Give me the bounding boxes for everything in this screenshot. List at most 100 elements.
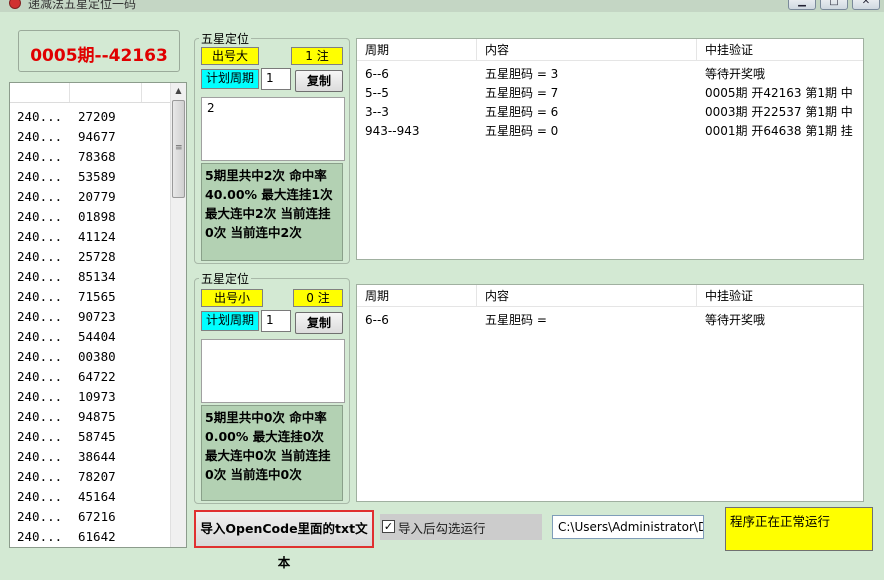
history-row[interactable]: 240... 67216	[10, 507, 170, 527]
history-list[interactable]: 240... 27209 240... 94677 240... 78368 240... 5…	[9, 82, 187, 548]
header-period[interactable]: 周期	[357, 285, 477, 307]
copy-button[interactable]: 复制	[295, 312, 343, 334]
plan-period-input[interactable]: 1	[261, 68, 291, 90]
history-number: 90723	[78, 309, 116, 324]
maximize-button[interactable]: □	[820, 0, 848, 10]
auto-run-checkbox[interactable]: ✓	[382, 520, 395, 533]
minimize-button[interactable]: ▁	[788, 0, 816, 10]
header-period[interactable]: 周期	[357, 39, 477, 61]
plan-period-label: 计划周期	[201, 311, 259, 331]
import-opencode-button[interactable]: 导入OpenCode里面的txt文本	[194, 510, 374, 570]
history-issue: 240...	[17, 129, 63, 144]
output-textarea[interactable]: 2	[201, 97, 345, 161]
history-issue: 240...	[17, 329, 63, 344]
history-scrollbar[interactable]: ▲ ≡	[170, 83, 186, 547]
history-row[interactable]: 240... 45164	[10, 487, 170, 507]
history-issue: 240...	[17, 109, 63, 124]
history-row[interactable]: 240... 90723	[10, 307, 170, 327]
history-number: 71565	[78, 289, 116, 304]
history-row[interactable]: 240... 01898	[10, 207, 170, 227]
history-number: 94677	[78, 129, 116, 144]
history-issue: 240...	[17, 149, 63, 164]
cell-period: 6--6	[365, 313, 389, 327]
history-row[interactable]: 240... 85134	[10, 267, 170, 287]
history-list-header	[10, 83, 186, 103]
table-row[interactable]: 943--943 五星胆码 = 0 0001期 开64638 第1期 挂	[357, 122, 863, 141]
table-row[interactable]: 6--6 五星胆码 = 3 等待开奖哦	[357, 65, 863, 84]
history-issue: 240...	[17, 209, 63, 224]
cell-content: 五星胆码 = 6	[485, 105, 559, 119]
output-textarea[interactable]	[201, 339, 345, 403]
history-issue: 240...	[17, 389, 63, 404]
scroll-up-icon[interactable]: ▲	[171, 83, 186, 99]
header-verify[interactable]: 中挂验证	[697, 39, 865, 61]
history-row[interactable]: 240... 54404	[10, 327, 170, 347]
window-title: 递减法五星定位一码	[28, 0, 137, 11]
history-row[interactable]: 240... 64722	[10, 367, 170, 387]
header-content[interactable]: 内容	[477, 39, 697, 61]
history-number: 00380	[78, 349, 116, 364]
prediction-table-big[interactable]: 周期 内容 中挂验证 6--6 五星胆码 = 3 等待开奖哦 5--5 五星胆码 = 7…	[356, 38, 864, 260]
mode-label-big: 出号大	[201, 47, 259, 65]
history-number: 58745	[78, 429, 116, 444]
history-issue: 240...	[17, 529, 63, 544]
history-issue: 240...	[17, 449, 63, 464]
mode-label-small: 出号小	[201, 289, 263, 307]
close-button[interactable]: ✕	[852, 0, 880, 10]
history-row[interactable]: 240... 78368	[10, 147, 170, 167]
cell-period: 6--6	[365, 67, 389, 81]
history-row[interactable]: 240... 94677	[10, 127, 170, 147]
cell-verify: 等待开奖哦	[705, 67, 766, 81]
history-row[interactable]: 240... 38644	[10, 447, 170, 467]
history-row[interactable]: 240... 53589	[10, 167, 170, 187]
history-row[interactable]: 240... 20779	[10, 187, 170, 207]
table-row[interactable]: 3--3 五星胆码 = 6 0003期 开22537 第1期 中	[357, 103, 863, 122]
history-rows: 240... 27209 240... 94677 240... 78368 240... 5…	[10, 107, 170, 547]
history-row[interactable]: 240... 41124	[10, 227, 170, 247]
history-number: 78207	[78, 469, 116, 484]
cell-content: 五星胆码 = 3	[485, 67, 559, 81]
history-number: 78368	[78, 149, 116, 164]
scroll-thumb[interactable]: ≡	[172, 100, 185, 198]
history-number: 54404	[78, 329, 116, 344]
history-header-col-number[interactable]	[70, 83, 142, 102]
five-star-panel-big: 五星定位 出号大 1 注 计划周期 1 复制 2 5期里共中2次 命中率40.0…	[194, 30, 350, 264]
history-row[interactable]: 240... 27209	[10, 107, 170, 127]
history-issue: 240...	[17, 169, 63, 184]
table-row[interactable]: 6--6 五星胆码 = 等待开奖哦	[357, 311, 863, 330]
history-row[interactable]: 240... 00380	[10, 347, 170, 367]
history-number: 53589	[78, 169, 116, 184]
header-verify[interactable]: 中挂验证	[697, 285, 865, 307]
history-row[interactable]: 240... 61642	[10, 527, 170, 547]
history-number: 27209	[78, 109, 116, 124]
history-header-col-extra[interactable]	[142, 83, 172, 102]
auto-run-option[interactable]: ✓ 导入后勾选运行	[380, 514, 542, 540]
table-row[interactable]: 5--5 五星胆码 = 7 0005期 开42163 第1期 中	[357, 84, 863, 103]
history-issue: 240...	[17, 269, 63, 284]
history-issue: 240...	[17, 369, 63, 384]
panel-title: 五星定位	[199, 30, 252, 47]
history-issue: 240...	[17, 309, 63, 324]
history-number: 64722	[78, 369, 116, 384]
five-star-panel-small: 五星定位 出号小 0 注 计划周期 1 复制 5期里共中0次 命中率0.00% …	[194, 270, 350, 504]
history-issue: 240...	[17, 509, 63, 524]
file-path-field[interactable]: C:\Users\Administrator\De	[552, 515, 704, 539]
history-number: 38644	[78, 449, 116, 464]
cell-content: 五星胆码 = 7	[485, 86, 559, 100]
history-row[interactable]: 240... 25728	[10, 247, 170, 267]
history-header-col-issue[interactable]	[10, 83, 70, 102]
copy-button[interactable]: 复制	[295, 70, 343, 92]
history-issue: 240...	[17, 189, 63, 204]
history-row[interactable]: 240... 58745	[10, 427, 170, 447]
prediction-table-small[interactable]: 周期 内容 中挂验证 6--6 五星胆码 = 等待开奖哦	[356, 284, 864, 502]
history-row[interactable]: 240... 71565	[10, 287, 170, 307]
history-row[interactable]: 240... 10973	[10, 387, 170, 407]
history-number: 94875	[78, 409, 116, 424]
history-row[interactable]: 240... 94875	[10, 407, 170, 427]
plan-period-input[interactable]: 1	[261, 310, 291, 332]
history-row[interactable]: 240... 78207	[10, 467, 170, 487]
header-content[interactable]: 内容	[477, 285, 697, 307]
history-issue: 240...	[17, 249, 63, 264]
status-box: 程序正在正常运行	[725, 507, 873, 551]
table-header: 周期 内容 中挂验证	[357, 39, 863, 61]
